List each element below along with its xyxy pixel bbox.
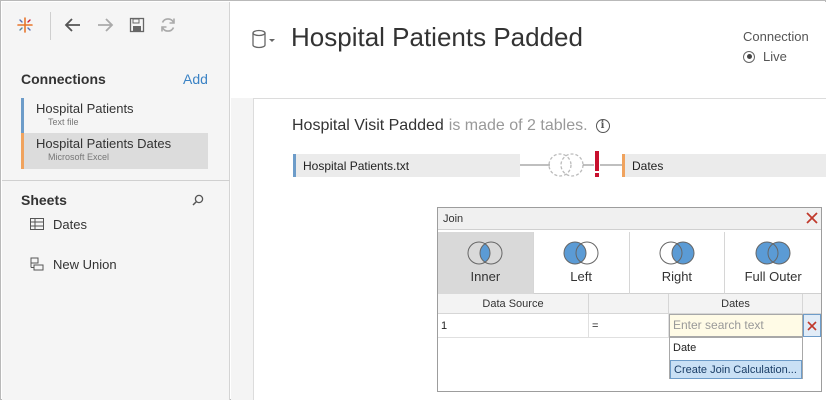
header: Hospital Patients Padded Connection Live [231,2,826,98]
tableau-logo-icon[interactable] [12,12,38,38]
sheet-label: Dates [53,216,87,232]
delete-join-clause-button[interactable] [803,314,821,337]
add-connection-link[interactable]: Add [183,71,208,87]
table-grid-icon [29,216,45,232]
sheet-item-new-union[interactable]: New Union [29,254,117,274]
toolbar [2,2,230,48]
close-icon[interactable] [805,211,819,225]
made-of-text: is made of 2 tables. [448,117,588,134]
connection-label: Connection [743,29,809,44]
dropdown-item-create-join-calculation[interactable]: Create Join Calculation... [670,360,802,379]
column-header-dates: Dates [669,294,803,314]
column-header-blank [803,294,821,314]
column-header-operator [589,294,669,314]
right-join-venn-icon [659,241,695,265]
connection-name: Hospital Patients [36,101,134,116]
join-link[interactable] [520,148,622,182]
join-left-field[interactable]: 1 [438,314,589,338]
sidebar: Connections Add Hospital Patients Text f… [2,2,230,400]
connection-hospital-patients-dates[interactable]: Hospital Patients Dates Microsoft Excel [21,133,208,169]
live-radio-option[interactable]: Live [743,49,787,64]
join-type-left[interactable]: Left [534,232,630,294]
inner-join-venn-icon [467,241,503,265]
connection-type: Text file [48,117,79,127]
join-type-inner[interactable]: Inner [438,232,534,294]
close-icon [807,320,817,331]
app-window: Connections Add Hospital Patients Text f… [0,0,826,400]
live-label: Live [763,49,787,64]
full-outer-join-venn-icon [755,241,791,265]
sidebar-divider [2,180,230,181]
data-source-summary: Hospital Visit Padded is made of 2 table… [292,117,610,135]
join-type-full-outer[interactable]: Full Outer [725,232,821,294]
sheet-item-dates[interactable]: Dates [29,214,87,234]
join-type-label: Inner [470,269,501,284]
table-dates[interactable]: Dates [622,154,826,177]
save-icon[interactable] [124,12,150,38]
field-dropdown: Date Create Join Calculation... [669,337,803,379]
table-hospital-patients[interactable]: Hospital Patients.txt [293,154,520,177]
join-dialog: Join Inner Left Right Full Outer Data So… [437,207,822,392]
join-type-right[interactable]: Right [630,232,726,294]
sheet-label: New Union [53,256,117,272]
dropdown-item-date[interactable]: Date [670,339,802,358]
connection-hospital-patients[interactable]: Hospital Patients Text file [21,98,208,134]
sheets-header: Sheets [21,192,67,208]
join-operator[interactable]: = [589,314,669,338]
connection-name: Hospital Patients Dates [36,136,172,151]
search-icon[interactable] [191,193,205,207]
connections-header: Connections [21,71,106,87]
data-source-name[interactable]: Hospital Visit Padded [292,117,444,135]
join-type-label: Right [661,269,693,284]
back-arrow-icon[interactable] [60,12,86,38]
toolbar-separator [50,12,51,40]
left-join-venn-icon [563,241,599,265]
database-icon[interactable] [251,28,277,52]
radio-selected-icon[interactable] [743,50,755,63]
join-type-selector: Inner Left Right Full Outer [438,232,821,294]
page-title[interactable]: Hospital Patients Padded [291,22,583,53]
refresh-icon[interactable] [155,12,181,38]
info-icon[interactable]: i [595,119,610,133]
connection-type: Microsoft Excel [48,152,110,162]
column-header-data-source: Data Source [438,294,589,314]
forward-arrow-icon[interactable] [92,12,118,38]
dialog-title: Join [438,208,821,230]
join-field-search-input[interactable]: Enter search text [669,314,803,337]
union-icon [29,256,45,272]
join-type-label: Left [570,269,592,284]
join-type-label: Full Outer [744,269,802,284]
